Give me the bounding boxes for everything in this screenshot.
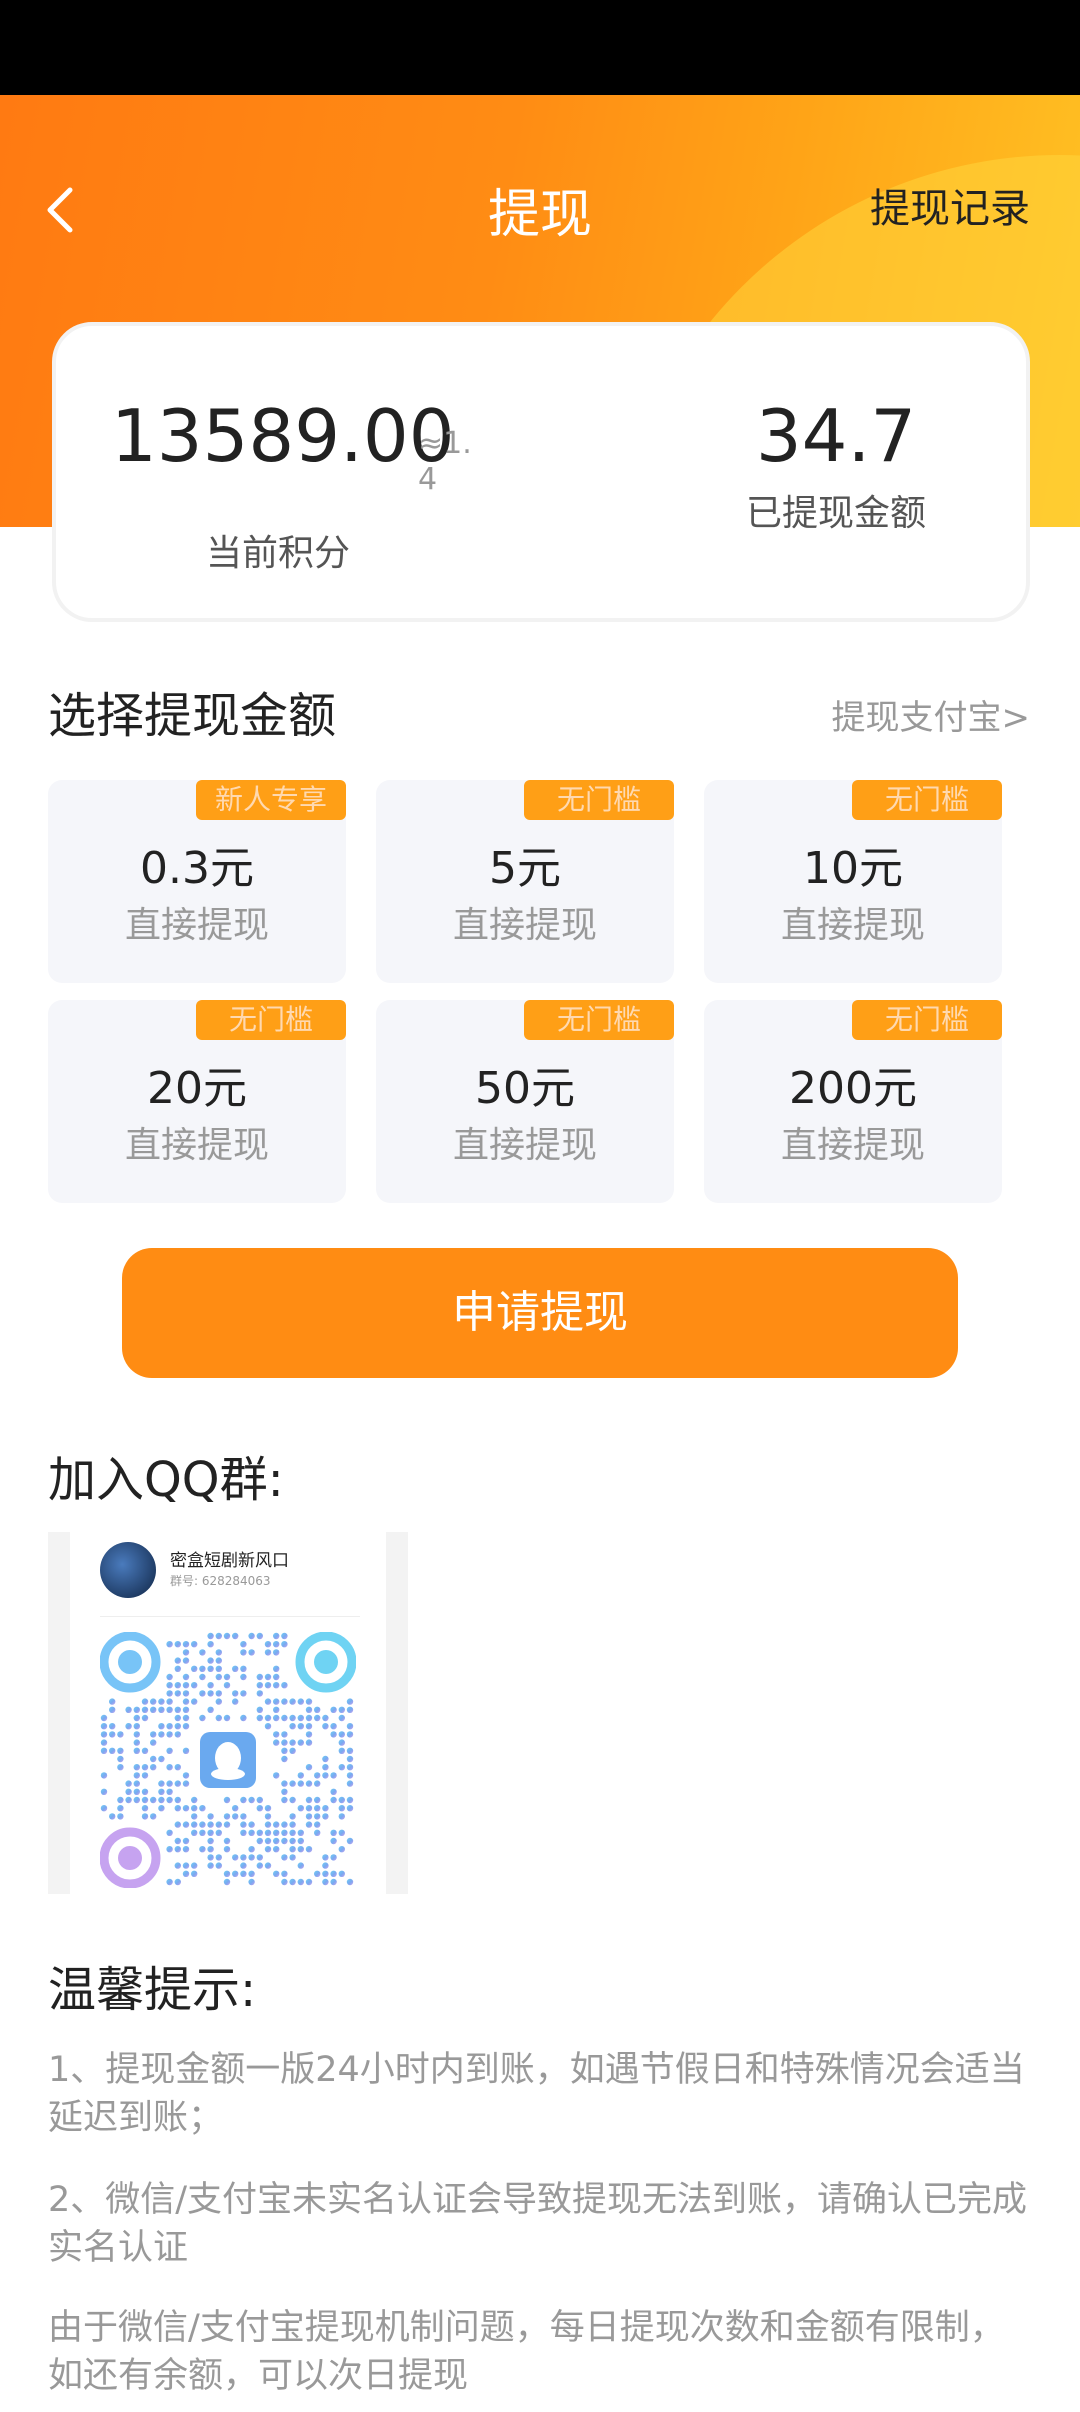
tip-item: 1、提现金额一版24小时内到账，如遇节假日和特殊情况会适当延迟到账； <box>48 2050 1025 2138</box>
tip-item: 2、微信/支付宝未实名认证会导致提现无法到账，请确认已完成实名认证 <box>48 2180 1028 2268</box>
select-amount-title: 选择提现金额 <box>48 688 337 744</box>
points-approx-value: ≈1.4 <box>418 426 472 497</box>
amount-value: 5元 <box>489 843 561 894</box>
amount-option-card[interactable]: 无门槛 5元 直接提现 <box>376 780 674 983</box>
amount-desc: 直接提现 <box>780 1125 925 1166</box>
status-bar <box>0 0 1080 95</box>
withdraw-record-link[interactable]: 提现记录 <box>870 176 1030 234</box>
withdraw-alipay-link[interactable]: 提现支付宝> <box>832 690 1031 739</box>
chevron-left-icon <box>47 187 73 233</box>
back-button[interactable] <box>40 170 100 250</box>
amount-desc: 直接提现 <box>452 905 597 946</box>
amount-option-card[interactable]: 无门槛 50元 直接提现 <box>376 1000 674 1203</box>
divider <box>100 1616 360 1617</box>
tip-item: 由于微信/支付宝提现机制问题，每日提现次数和金额有限制，如还有余额，可以次日提现 <box>48 2308 1005 2396</box>
amount-tag-badge: 无门槛 <box>196 1000 346 1040</box>
amount-value: 0.3元 <box>140 843 254 894</box>
amount-value: 200元 <box>789 1063 917 1114</box>
qq-penguin-icon <box>200 1732 256 1788</box>
qr-code <box>100 1632 356 1888</box>
amount-tag-badge: 新人专享 <box>196 780 346 820</box>
amount-value: 10元 <box>803 843 903 894</box>
amount-tag-badge: 无门槛 <box>524 1000 674 1040</box>
qq-group-qr-card: 密盒短剧新风口 群号: 628284063 <box>48 1532 408 1894</box>
amount-tag-badge: 无门槛 <box>852 780 1002 820</box>
group-avatar <box>100 1542 156 1598</box>
current-points-label: 当前积分 <box>206 533 351 574</box>
amount-value: 20元 <box>147 1063 247 1114</box>
qr-finder-top-left <box>100 1632 161 1693</box>
amount-desc: 直接提现 <box>124 1125 269 1166</box>
qr-finder-top-right <box>295 1632 356 1693</box>
apply-withdraw-button[interactable]: 申请提现 <box>122 1248 958 1378</box>
qq-group-title: 加入QQ群: <box>48 1452 284 1508</box>
amount-desc: 直接提现 <box>780 905 925 946</box>
balance-summary-card: 13589.00 ≈1.4 当前积分 34.7 已提现金额 <box>52 322 1030 622</box>
amount-option-card[interactable]: 新人专享 0.3元 直接提现 <box>48 780 346 983</box>
qq-group-name: 密盒短剧新风口 <box>170 1551 289 1571</box>
amount-desc: 直接提现 <box>124 905 269 946</box>
amount-desc: 直接提现 <box>452 1125 597 1166</box>
current-points-value: 13589.00 <box>111 394 455 478</box>
withdrawn-amount-label: 已提现金额 <box>745 493 926 534</box>
tips-title: 温馨提示: <box>48 1962 257 2018</box>
amount-tag-badge: 无门槛 <box>852 1000 1002 1040</box>
amount-option-card[interactable]: 无门槛 200元 直接提现 <box>704 1000 1002 1203</box>
amount-tag-badge: 无门槛 <box>524 780 674 820</box>
qr-finder-bottom-left <box>100 1827 161 1888</box>
qq-group-id: 群号: 628284063 <box>170 1574 271 1588</box>
amount-option-card[interactable]: 无门槛 10元 直接提现 <box>704 780 1002 983</box>
amount-value: 50元 <box>475 1063 575 1114</box>
amount-option-card[interactable]: 无门槛 20元 直接提现 <box>48 1000 346 1203</box>
withdrawn-amount-value: 34.7 <box>755 394 917 478</box>
